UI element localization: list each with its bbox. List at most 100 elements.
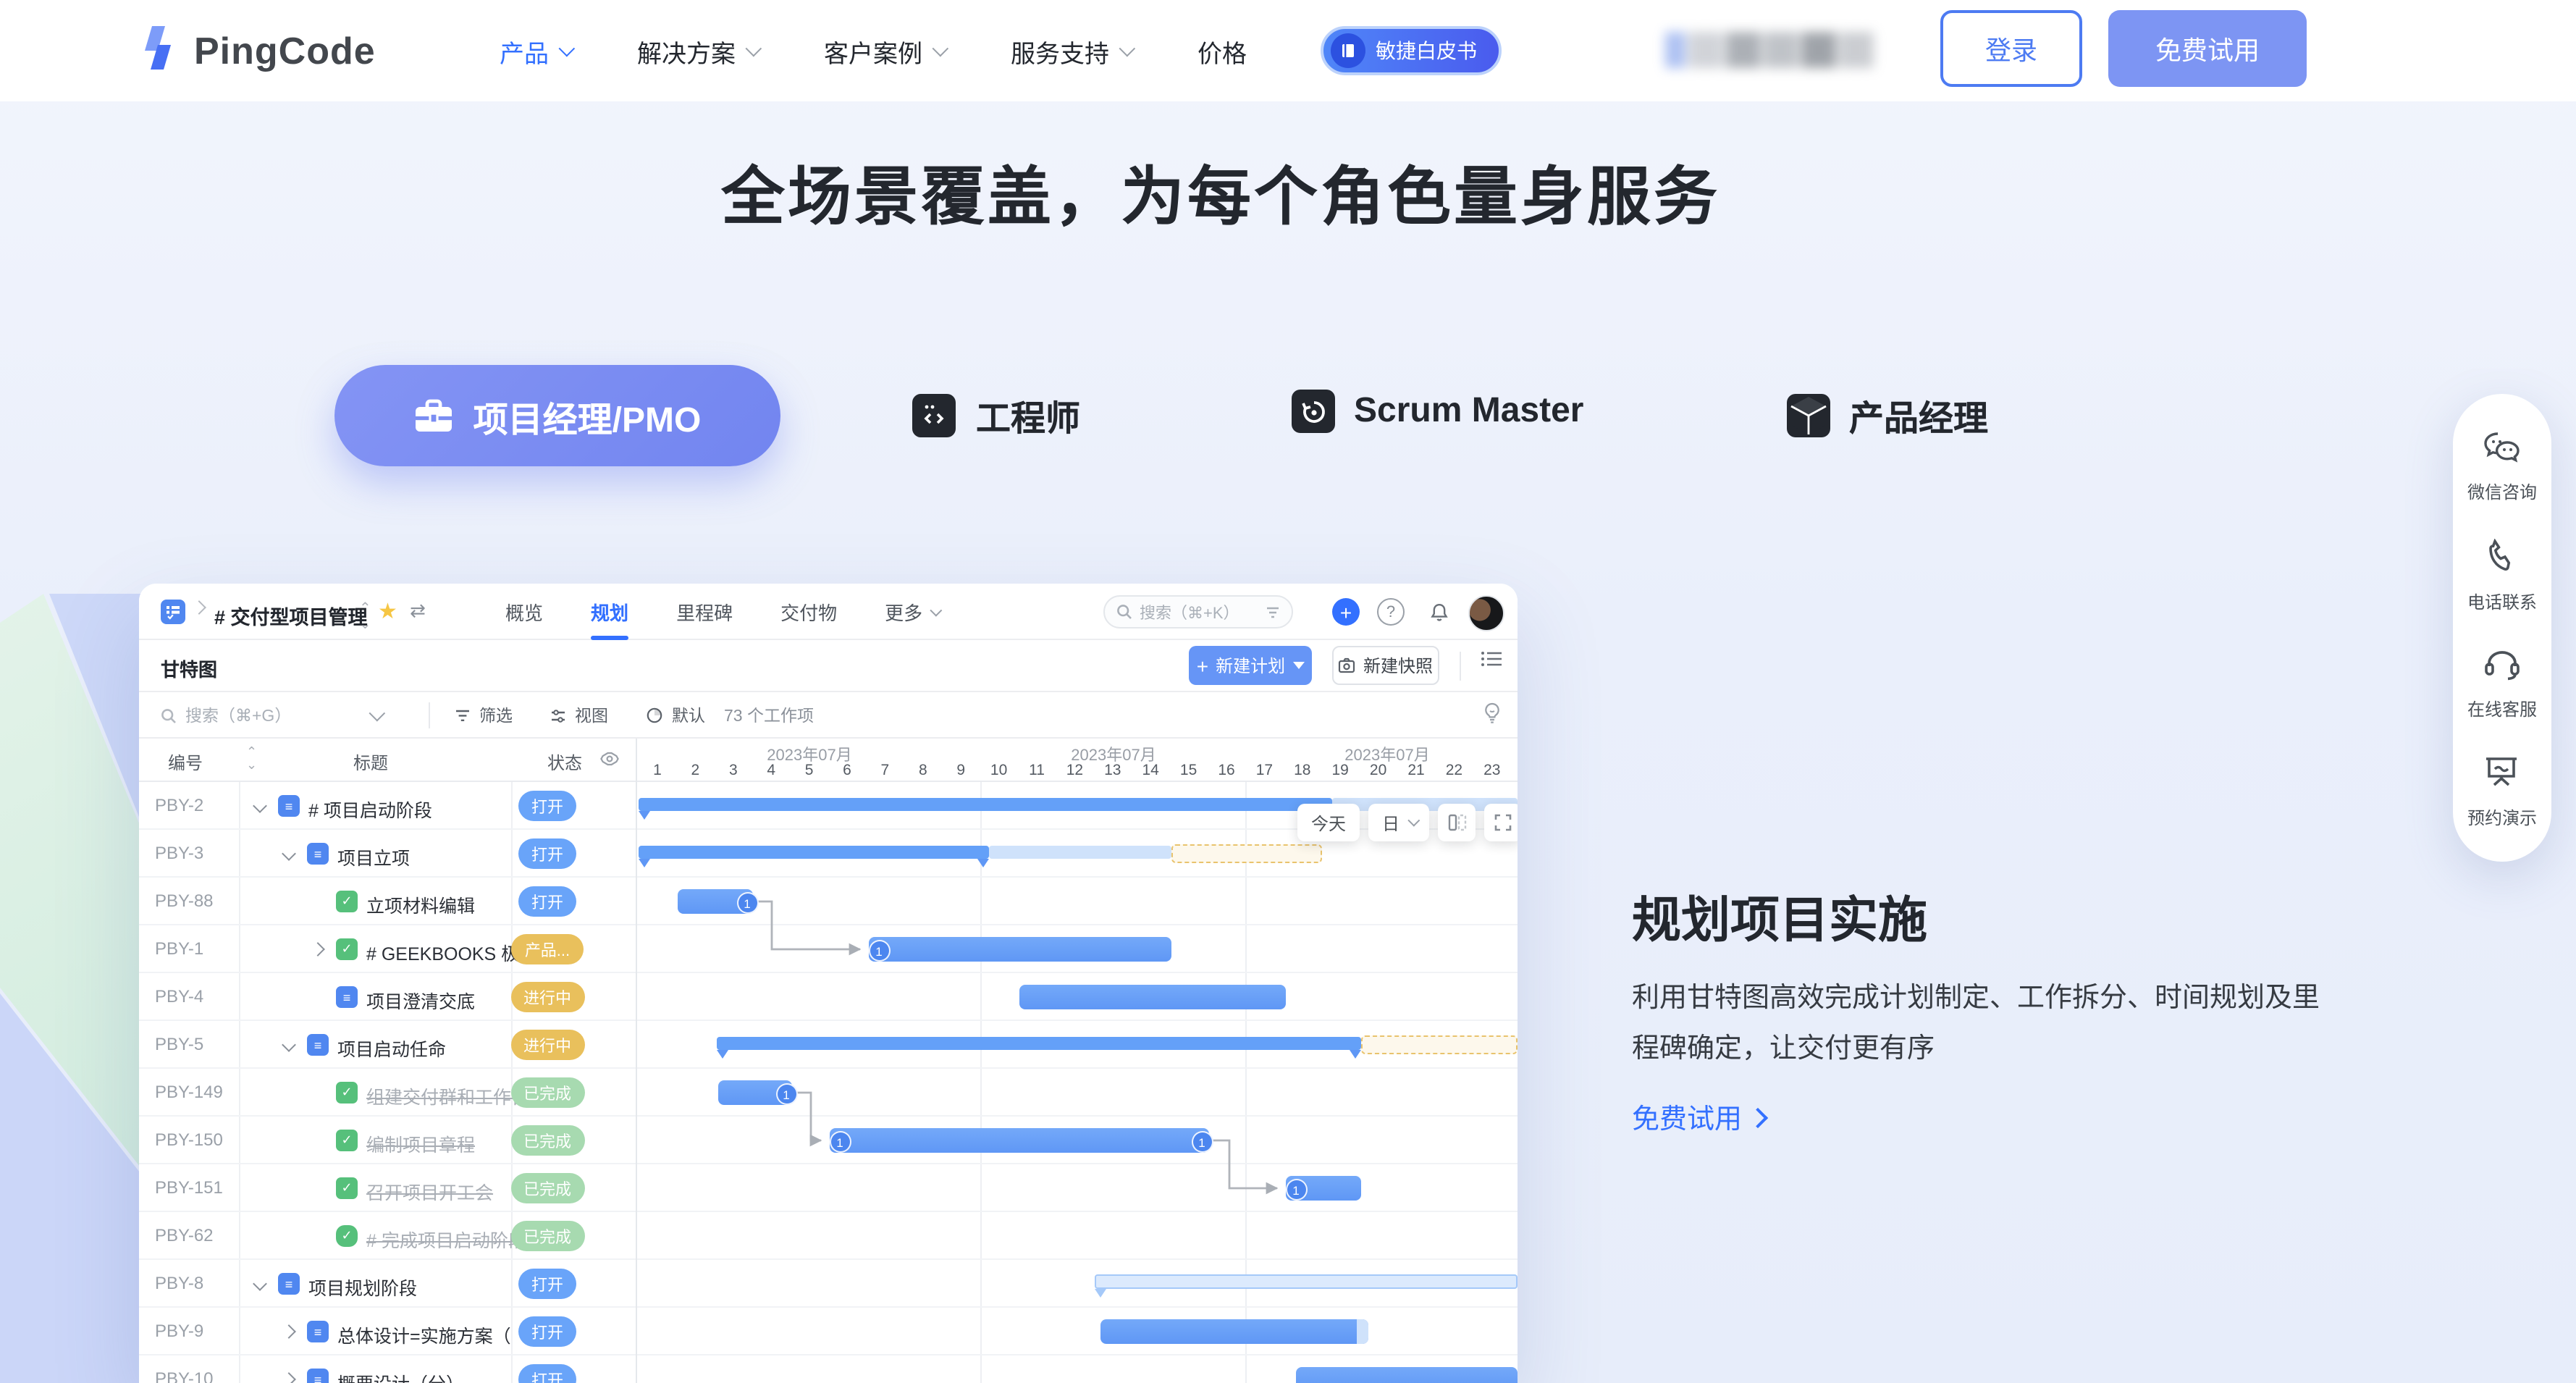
gantt-search-input[interactable]: 搜索（⌘+G） [161, 692, 381, 739]
today-button[interactable]: 今天 [1297, 804, 1360, 841]
table-row[interactable]: PBY-62✓# 完成项目启动阶段...已完成 [139, 1212, 637, 1260]
status-badge[interactable]: 已完成 [510, 1173, 584, 1203]
nav-item-解决方案[interactable]: 解决方案 [637, 33, 757, 69]
swap-icon[interactable]: ⇄ [410, 600, 426, 623]
status-badge[interactable]: 打开 [518, 886, 576, 917]
filter-button[interactable]: 筛选 [455, 692, 513, 739]
status-badge[interactable]: 进行中 [510, 1030, 584, 1060]
gantt-summary-bar[interactable] [639, 798, 1332, 811]
status-badge[interactable]: 打开 [518, 1364, 576, 1383]
tab-规划[interactable]: 规划 [591, 584, 628, 640]
contact-item-电话联系[interactable]: 电话联系 [2467, 539, 2537, 614]
dependency-count-badge[interactable]: 1 [868, 940, 890, 962]
dependency-count-badge[interactable]: 1 [1191, 1131, 1213, 1153]
lightbulb-icon[interactable] [1483, 702, 1502, 731]
whitepaper-badge[interactable]: 敏捷白皮书 [1321, 26, 1502, 75]
list-view-icon[interactable] [1480, 649, 1503, 676]
work-item-title[interactable]: 项目立项 [337, 843, 410, 870]
column-id[interactable]: 编号 [139, 750, 232, 775]
status-badge[interactable]: 已完成 [510, 1221, 584, 1251]
work-item-title[interactable]: 概要设计（分） [337, 1369, 464, 1383]
status-badge[interactable]: 产品... [512, 934, 583, 964]
chevron-down-icon[interactable] [253, 1277, 267, 1291]
status-badge[interactable]: 打开 [518, 1316, 576, 1347]
breadcrumb[interactable]: # 交付型项目管理 [214, 601, 368, 630]
role-tab-项目经理/PMO[interactable]: 项目经理/PMO [334, 365, 780, 466]
time-unit-select[interactable]: 日 [1368, 804, 1429, 841]
gear-icon[interactable] [599, 749, 620, 776]
gantt-bar[interactable] [830, 1128, 1209, 1153]
fullscreen-button[interactable] [1484, 804, 1518, 841]
chevron-right-icon[interactable] [282, 1324, 296, 1339]
work-item-title[interactable]: 总体设计=实施方案（... [337, 1321, 511, 1348]
contact-item-预约演示[interactable]: 预约演示 [2467, 756, 2537, 830]
global-search-input[interactable]: 搜索（⌘+K） [1103, 595, 1293, 629]
work-item-title[interactable]: 立项材料编辑 [366, 891, 475, 918]
role-tab-产品经理[interactable]: 产品经理 [1787, 390, 1988, 440]
nav-item-服务支持[interactable]: 服务支持 [1011, 33, 1131, 69]
gantt-summary-bar[interactable] [717, 1037, 1361, 1050]
chevron-right-icon[interactable] [282, 1372, 296, 1383]
column-title[interactable]: 标题 [255, 750, 487, 775]
table-row[interactable]: PBY-88✓立项材料编辑打开 [139, 878, 637, 925]
gantt-bar[interactable] [869, 937, 1171, 962]
chevron-down-icon[interactable] [282, 1038, 296, 1052]
contact-item-微信咨询[interactable]: 微信咨询 [2467, 432, 2537, 504]
default-view-button[interactable]: 默认 [646, 692, 705, 739]
dependency-count-badge[interactable]: 1 [829, 1131, 851, 1153]
table-row[interactable]: PBY-149✓组建交付群和工作台已完成 [139, 1069, 637, 1117]
dependency-count-badge[interactable]: 1 [736, 892, 758, 914]
split-view-button[interactable] [1438, 804, 1476, 841]
role-tab-工程师[interactable]: 工程师 [912, 390, 1080, 440]
table-row[interactable]: PBY-151✓召开项目开工会已完成 [139, 1164, 637, 1212]
status-badge[interactable]: 打开 [518, 838, 576, 869]
add-button[interactable]: + [1332, 598, 1360, 626]
tab-概览[interactable]: 概览 [505, 584, 543, 640]
tab-更多[interactable]: 更多 [885, 584, 938, 640]
brand-logo[interactable]: PingCode [133, 23, 376, 80]
chevron-down-icon[interactable] [282, 846, 296, 861]
nav-item-产品[interactable]: 产品 [500, 33, 571, 69]
tab-里程碑[interactable]: 里程碑 [676, 584, 733, 640]
work-item-title[interactable]: 项目启动任命 [337, 1034, 446, 1062]
table-row[interactable]: PBY-9≡总体设计=实施方案（...打开 [139, 1308, 637, 1355]
work-item-title[interactable]: 编制项目章程 [366, 1130, 475, 1157]
dependency-count-badge[interactable]: 1 [775, 1083, 797, 1105]
favorite-star-icon[interactable]: ★ [378, 598, 397, 624]
table-row[interactable]: PBY-8≡项目规划阶段打开 [139, 1260, 637, 1308]
project-icon[interactable] [161, 600, 185, 624]
nav-item-客户案例[interactable]: 客户案例 [824, 33, 944, 69]
role-tab-Scrum Master[interactable]: Scrum Master [1292, 390, 1583, 433]
status-badge[interactable]: 已完成 [510, 1077, 584, 1108]
avatar[interactable] [1468, 595, 1504, 631]
work-item-title[interactable]: 项目澄清交底 [366, 986, 475, 1014]
new-snapshot-button[interactable]: 新建快照 [1332, 646, 1439, 685]
table-row[interactable]: PBY-10≡概要设计（分）打开 [139, 1355, 637, 1383]
nav-item-价格[interactable]: 价格 [1197, 33, 1247, 69]
column-status[interactable]: 状态 [501, 750, 582, 775]
dependency-count-badge[interactable]: 1 [1285, 1179, 1307, 1201]
feature-trial-link[interactable]: 免费试用 [1632, 1098, 1765, 1137]
login-button[interactable]: 登录 [1940, 10, 2082, 87]
contact-item-在线客服[interactable]: 在线客服 [2467, 649, 2537, 721]
notifications-bell-icon[interactable] [1425, 598, 1452, 626]
table-row[interactable]: PBY-150✓编制项目章程已完成 [139, 1117, 637, 1164]
work-item-title[interactable]: 召开项目开工会 [366, 1177, 493, 1205]
table-row[interactable]: PBY-4≡项目澄清交底进行中 [139, 973, 637, 1021]
gantt-bar[interactable] [1019, 985, 1286, 1009]
status-badge[interactable]: 打开 [518, 1269, 576, 1299]
view-button[interactable]: 视图 [550, 692, 608, 739]
table-row[interactable]: PBY-1✓# GEEKBOOKS 极...产品... [139, 925, 637, 973]
gantt-summary-bar-light[interactable] [1095, 1274, 1518, 1289]
gantt-summary-bar[interactable] [639, 846, 989, 859]
free-trial-button[interactable]: 免费试用 [2108, 10, 2307, 87]
chevron-right-icon[interactable] [311, 942, 325, 957]
table-row[interactable]: PBY-3≡项目立项打开 [139, 830, 637, 878]
gantt-bar[interactable] [1100, 1319, 1368, 1344]
work-item-title[interactable]: 项目规划阶段 [308, 1273, 417, 1300]
help-icon[interactable]: ? [1377, 598, 1405, 626]
table-row[interactable]: PBY-2≡# 项目启动阶段打开 [139, 782, 637, 830]
chevron-down-icon[interactable] [253, 799, 267, 813]
status-badge[interactable]: 打开 [518, 791, 576, 821]
status-badge[interactable]: 进行中 [510, 982, 584, 1012]
